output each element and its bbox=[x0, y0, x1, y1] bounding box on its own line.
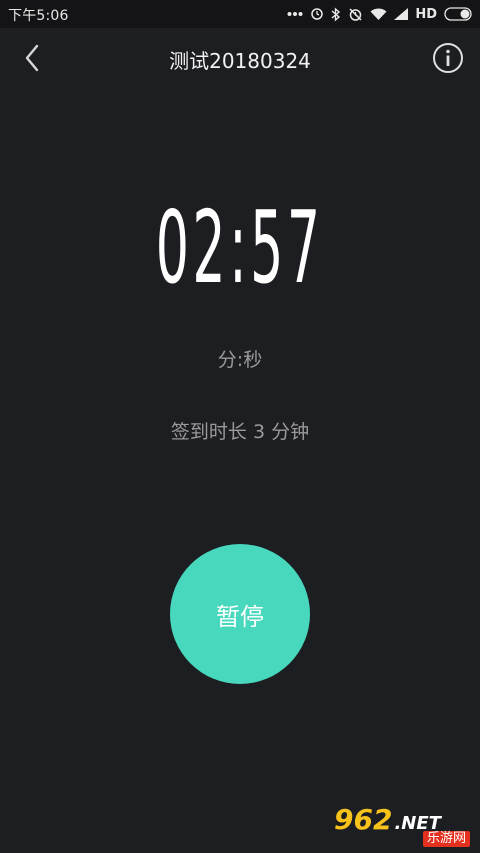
alarm-off-icon bbox=[348, 7, 363, 22]
network-type-label: HD bbox=[415, 6, 437, 22]
back-button[interactable] bbox=[14, 42, 50, 78]
checkin-duration-text: 签到时长 3 分钟 bbox=[170, 421, 310, 443]
signal-icon bbox=[394, 8, 409, 20]
status-bar: 下午5:06 HD bbox=[0, 0, 480, 28]
status-time: 下午5:06 bbox=[8, 8, 69, 24]
wifi-icon bbox=[370, 7, 387, 21]
timer-unit-label: 分:秒 bbox=[217, 349, 263, 371]
chevron-left-icon bbox=[24, 44, 40, 76]
sync-icon bbox=[310, 7, 324, 21]
bluetooth-icon bbox=[331, 6, 341, 22]
pause-button[interactable]: 暂停 bbox=[170, 544, 310, 684]
watermark-site-name: 乐游网 bbox=[422, 831, 470, 847]
more-dots-icon bbox=[287, 11, 303, 17]
timer-display: 02:57 bbox=[0, 188, 480, 308]
info-button[interactable] bbox=[430, 42, 466, 78]
info-circle-icon bbox=[432, 42, 464, 78]
watermark: 962 .NET 乐游网 bbox=[334, 801, 474, 849]
timer-value: 02:57 bbox=[156, 189, 324, 306]
page-title: 测试20180324 bbox=[169, 49, 311, 73]
watermark-digits: 962 bbox=[334, 803, 393, 836]
app-bar: 测试20180324 bbox=[0, 28, 480, 92]
battery-icon bbox=[444, 7, 474, 21]
status-icons: HD bbox=[287, 4, 474, 24]
